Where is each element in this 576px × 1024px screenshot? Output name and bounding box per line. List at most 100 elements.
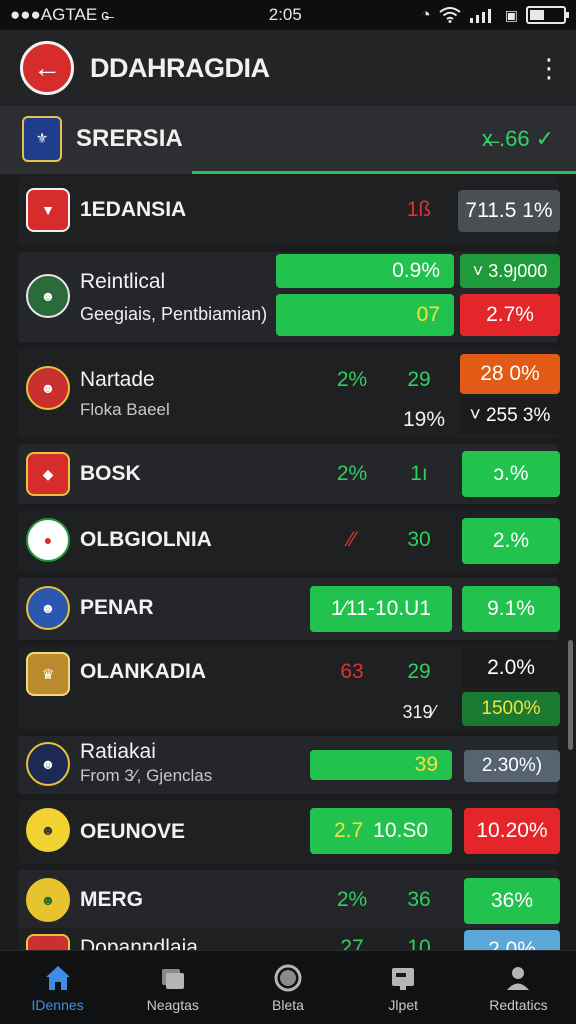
more-options-button[interactable]: ⋮ [536, 55, 562, 81]
nav-label: IDennes [31, 996, 84, 1013]
status-time: 2:05 [268, 5, 302, 24]
status-right: ◔ ▣ [420, 5, 569, 25]
score-value: ⁄⁄ [348, 528, 356, 551]
nav-item-profile[interactable]: Redtatics [461, 951, 576, 1024]
team-name: Ratiakai [80, 740, 156, 763]
odds-bar-value-a: 2.7 [333, 819, 364, 842]
list-item[interactable]: ● OLBGIOLNIA ⁄⁄ 30 2.% [18, 510, 560, 572]
stack-icon [161, 968, 184, 989]
team-name: 1EDANSIA [80, 198, 187, 221]
odds-bar[interactable]: 1⁄11-10.U1 [310, 586, 452, 632]
score-value: 19% [402, 408, 446, 431]
team-crest-icon: ♛ [26, 652, 70, 696]
odds-button[interactable]: 36% [464, 878, 560, 924]
odds-button[interactable]: 9.1% [462, 586, 560, 632]
nav-item-home[interactable]: IDennes [0, 951, 115, 1024]
odds-button[interactable]: 10.20% [464, 808, 560, 854]
score-value: 29 [407, 660, 431, 683]
carrier-label: ●●●AGTAE [10, 5, 98, 24]
list-item[interactable]: ☻ PENAR 1⁄11-10.U1 9.1% [18, 578, 560, 640]
team-subtitle: Geegiais, Pentbiamian) [80, 304, 268, 324]
odds-button[interactable]: 2.30%) [464, 750, 560, 782]
team-subtitle: From 3⁄, Gjenclas [80, 766, 213, 785]
odds-button[interactable]: 2.0% [462, 648, 560, 688]
league-header[interactable]: ⚜ SRERSIA x̶ .66 ✓ [0, 106, 576, 174]
back-button[interactable]: ← [20, 41, 74, 95]
team-crest-icon: ☻ [26, 808, 70, 852]
team-crest-icon: ☻ [26, 586, 70, 630]
odds-button[interactable]: 2.7% [460, 294, 560, 336]
score-value: 10 [407, 936, 431, 950]
score-value: 2% [336, 462, 368, 485]
list-item[interactable]: ☻ Ratiakai From 3⁄, Gjenclas 39 2.30%) [18, 736, 560, 794]
odds-button[interactable]: ˅ 3.9ȷ000 [460, 254, 560, 288]
home-icon [45, 965, 70, 990]
score-value: 30 [407, 528, 431, 551]
odds-button[interactable]: 2.% [462, 518, 560, 564]
odds-bar-value: 07 [416, 303, 440, 326]
team-crest-icon: ☻ [26, 274, 70, 318]
score-value: 27 [340, 936, 364, 950]
league-crest-icon: ⚜ [22, 115, 62, 162]
signal-icon [469, 9, 491, 23]
team-crest-icon: ● [26, 518, 70, 562]
team-name: PENAR [80, 596, 154, 619]
league-odds-value: x̶ .66 [481, 125, 530, 151]
wifi-icon [439, 7, 461, 23]
team-name: BOSK [80, 462, 141, 485]
alarm-icon: ◔ [420, 5, 431, 24]
bottom-nav: IDennes Neagtas Bleta Jlpet Redtatics [0, 950, 576, 1024]
odds-button[interactable]: 28 0% [460, 354, 560, 394]
odds-bar-value-b: 10.S0 [373, 819, 429, 842]
odds-button[interactable]: ˅ 255 3% [460, 398, 560, 434]
odds-bar-value: 39 [414, 753, 438, 776]
team-name: OLBGIOLNIA [80, 528, 212, 551]
list-item[interactable]: ☻ Reintlical Geegiais, Pentbiamian) 0.9%… [18, 252, 560, 342]
list-scrollbar[interactable] [568, 640, 573, 750]
odds-bar[interactable]: 39 [310, 750, 452, 780]
odds-button[interactable]: ɔ.% [462, 451, 560, 497]
score-value: 2% [336, 368, 368, 391]
team-name: Reintlical [80, 270, 166, 293]
team-name: OEUNOVE [80, 820, 186, 843]
odds-bar[interactable]: 0.9% [276, 254, 454, 288]
list-item[interactable]: ▼ 1EDANSIA 1ß 711.5 1% [18, 176, 560, 246]
list-item[interactable]: ☻ Nartade Floka Baeel 2% 29 19% 28 0% ˅ … [18, 348, 560, 438]
card-icon [392, 967, 415, 990]
profile-icon [507, 966, 530, 990]
chevron-down-icon: ✓ [535, 125, 554, 151]
league-odds[interactable]: x̶ .66 ✓ [482, 126, 554, 152]
score-value: 1ß [406, 198, 432, 221]
sim-icon: ▣ [504, 6, 518, 23]
list-item[interactable]: ♛ OLANKADIA 63 29 319⁄ 2.0% 1500% [18, 646, 560, 730]
team-crest-icon: ▼ [26, 188, 70, 232]
team-subtitle: Floka Baeel [80, 400, 170, 419]
odds-button[interactable]: 2.0% [464, 930, 560, 950]
nav-label: Bleta [272, 996, 304, 1013]
odds-button[interactable]: 711.5 1% [458, 190, 560, 232]
nav-item-news[interactable]: Neagtas [115, 951, 230, 1024]
list-item[interactable]: ◆ BOSK 2% 1ı ɔ.% [18, 444, 560, 504]
odds-button[interactable]: 1500% [462, 692, 560, 726]
nav-label: Neagtas [146, 996, 199, 1013]
team-name: OLANKADIA [80, 660, 206, 683]
nav-item-cards[interactable]: Jlpet [346, 951, 461, 1024]
page-title: DDAHRAGDIA [90, 52, 270, 83]
nav-item-bets[interactable]: Bleta [230, 951, 345, 1024]
list-item[interactable]: ▼ Dopanndlaja 27 10 2.0% [18, 928, 560, 950]
odds-bar[interactable]: 2.7 10.S0 [310, 808, 452, 854]
team-crest-icon: ☻ [26, 878, 70, 922]
list-item[interactable]: ☻ MERG 2% 36 36% [18, 870, 560, 932]
notification-icon: ɢ̶ [101, 6, 110, 24]
odds-bar[interactable]: 07 [276, 294, 454, 336]
score-value: 29 [407, 368, 431, 391]
score-value: 1ı [410, 462, 428, 485]
score-value: 2% [336, 888, 368, 911]
circle-icon [274, 964, 302, 991]
list-item[interactable]: ☻ OEUNOVE 2.7 10.S0 10.20% [18, 800, 560, 864]
battery-icon [526, 6, 569, 24]
team-name: Dopanndlaja [80, 936, 198, 950]
match-list[interactable]: ▼ 1EDANSIA 1ß 711.5 1% ☻ Reintlical Geeg… [0, 176, 576, 950]
nav-label: Redtatics [489, 996, 548, 1013]
team-crest-icon: ☻ [26, 366, 70, 410]
